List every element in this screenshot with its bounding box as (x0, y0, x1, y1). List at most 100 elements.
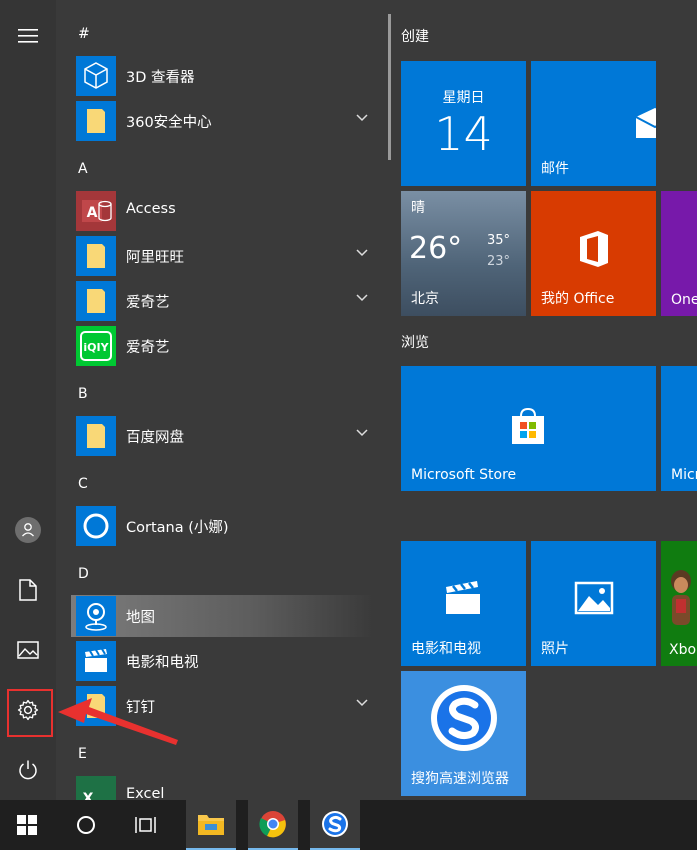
chevron-down-icon[interactable] (356, 696, 368, 710)
cortana-icon (76, 506, 116, 546)
xbox-tile[interactable]: Xbo (661, 541, 697, 666)
movies-tv-tile[interactable]: 电影和电视 (401, 541, 526, 666)
app-label: 电影和电视 (126, 655, 199, 671)
file-explorer-icon (198, 815, 224, 835)
app-folder-baidu-netdisk[interactable]: 百度网盘 (71, 415, 373, 457)
weather-tile[interactable]: 晴 26° 35° 23° 北京 (401, 191, 526, 316)
weather-temperature: 26° (409, 231, 463, 266)
app-excel[interactable]: X Excel (71, 775, 373, 800)
office-icon (580, 231, 608, 267)
app-movies-tv[interactable]: 电影和电视 (71, 640, 373, 682)
svg-text:A: A (87, 205, 98, 221)
start-left-rail (0, 0, 56, 800)
group-header-a[interactable]: A (78, 161, 88, 177)
start-button[interactable] (0, 800, 54, 850)
app-list[interactable]: # 3D 查看器 360安全中心 A A Access 阿里旺旺 爱奇艺 iQI… (56, 0, 388, 800)
chrome-icon (259, 811, 286, 838)
taskbar-chrome[interactable] (248, 800, 298, 850)
mail-icon (635, 108, 656, 138)
store-tile[interactable]: Microsoft Store (401, 366, 656, 491)
onenote-tile[interactable]: One (661, 191, 697, 316)
group-header-b[interactable]: B (78, 386, 88, 402)
app-folder-360[interactable]: 360安全中心 (71, 100, 373, 142)
group-header-d[interactable]: D (78, 566, 89, 582)
pictures-button[interactable] (0, 622, 56, 678)
taskbar-sogou-browser[interactable] (310, 800, 360, 850)
office-tile[interactable]: 我的 Office (531, 191, 656, 316)
svg-text:X: X (83, 791, 94, 800)
tile-group-title[interactable]: 浏览 (401, 332, 429, 352)
tile-label: 北京 (411, 291, 439, 307)
photos-tile[interactable]: 照片 (531, 541, 656, 666)
photos-icon (574, 581, 614, 615)
3d-viewer-icon (76, 56, 116, 96)
windows-logo-icon (17, 815, 37, 835)
weather-condition: 晴 (411, 200, 425, 216)
folder-icon (76, 416, 116, 456)
power-button[interactable] (0, 742, 56, 798)
folder-icon (76, 236, 116, 276)
access-icon: A (76, 191, 116, 231)
group-header-hash[interactable]: # (78, 26, 90, 42)
app-cortana[interactable]: Cortana (小娜) (71, 505, 373, 547)
movies-icon (76, 641, 116, 681)
cortana-circle-icon (77, 816, 95, 834)
sogou-browser-icon (322, 811, 348, 837)
tile-group-title[interactable]: 创建 (401, 26, 429, 46)
app-label: 地图 (126, 610, 155, 626)
calendar-day: 14 (434, 107, 493, 161)
chevron-down-icon[interactable] (356, 426, 368, 440)
microsoft-edge-tile[interactable]: Micr (661, 366, 697, 491)
tile-label: 电影和电视 (411, 641, 481, 657)
chevron-down-icon[interactable] (356, 246, 368, 260)
app-folder-aliwangwang[interactable]: 阿里旺旺 (71, 235, 373, 277)
app-folder-iqiyi[interactable]: 爱奇艺 (71, 280, 373, 322)
tile-label: Micr (671, 467, 697, 483)
calendar-weekday: 星期日 (442, 90, 485, 106)
folder-icon (76, 281, 116, 321)
group-header-e[interactable]: E (78, 746, 87, 762)
app-label: 3D 查看器 (126, 70, 195, 86)
weather-low: 23° (487, 254, 511, 269)
app-access[interactable]: A Access (71, 190, 373, 232)
group-header-c[interactable]: C (78, 476, 88, 492)
tile-label: 搜狗高速浏览器 (411, 771, 509, 787)
app-folder-dingtalk[interactable]: 钉钉 (71, 685, 373, 727)
settings-highlight-box (7, 689, 53, 737)
tile-area: 创建 星期日 14 邮件 晴 26° 35° 23° 北京 我的 Office … (390, 0, 697, 800)
documents-button[interactable] (0, 562, 56, 618)
app-maps[interactable]: 地图 (71, 595, 373, 637)
svg-text:iQIY: iQIY (83, 341, 109, 354)
excel-icon: X (76, 776, 116, 800)
app-label: 百度网盘 (126, 430, 184, 446)
tile-label: One (671, 292, 697, 308)
user-avatar-icon (15, 517, 41, 543)
expand-menu-button[interactable] (0, 8, 56, 64)
document-icon (19, 579, 37, 601)
sogou-browser-icon (431, 685, 497, 751)
sogou-browser-tile[interactable]: 搜狗高速浏览器 (401, 671, 526, 796)
mail-tile[interactable]: 邮件 (531, 61, 656, 186)
app-label: 阿里旺旺 (126, 250, 184, 266)
hamburger-icon (18, 29, 38, 43)
store-icon (512, 407, 544, 444)
folder-icon (76, 686, 116, 726)
app-label: Access (126, 201, 176, 217)
xbox-avatar-icon (671, 570, 691, 625)
picture-icon (17, 641, 39, 659)
chevron-down-icon[interactable] (356, 111, 368, 125)
tile-label: 邮件 (541, 161, 569, 177)
task-view-button[interactable] (122, 800, 170, 850)
taskbar-file-explorer[interactable] (186, 800, 236, 850)
cortana-search-button[interactable] (62, 800, 110, 850)
user-account-button[interactable] (0, 502, 56, 558)
iqiyi-icon: iQIY (76, 326, 116, 366)
chevron-down-icon[interactable] (356, 291, 368, 305)
calendar-tile[interactable]: 星期日 14 (401, 61, 526, 186)
app-3d-viewer[interactable]: 3D 查看器 (71, 55, 373, 97)
tile-label: Microsoft Store (411, 467, 517, 483)
app-iqiyi[interactable]: iQIY 爱奇艺 (71, 325, 373, 367)
app-label: Excel (126, 786, 165, 800)
movies-icon (446, 581, 480, 614)
app-label: 钉钉 (126, 700, 155, 716)
